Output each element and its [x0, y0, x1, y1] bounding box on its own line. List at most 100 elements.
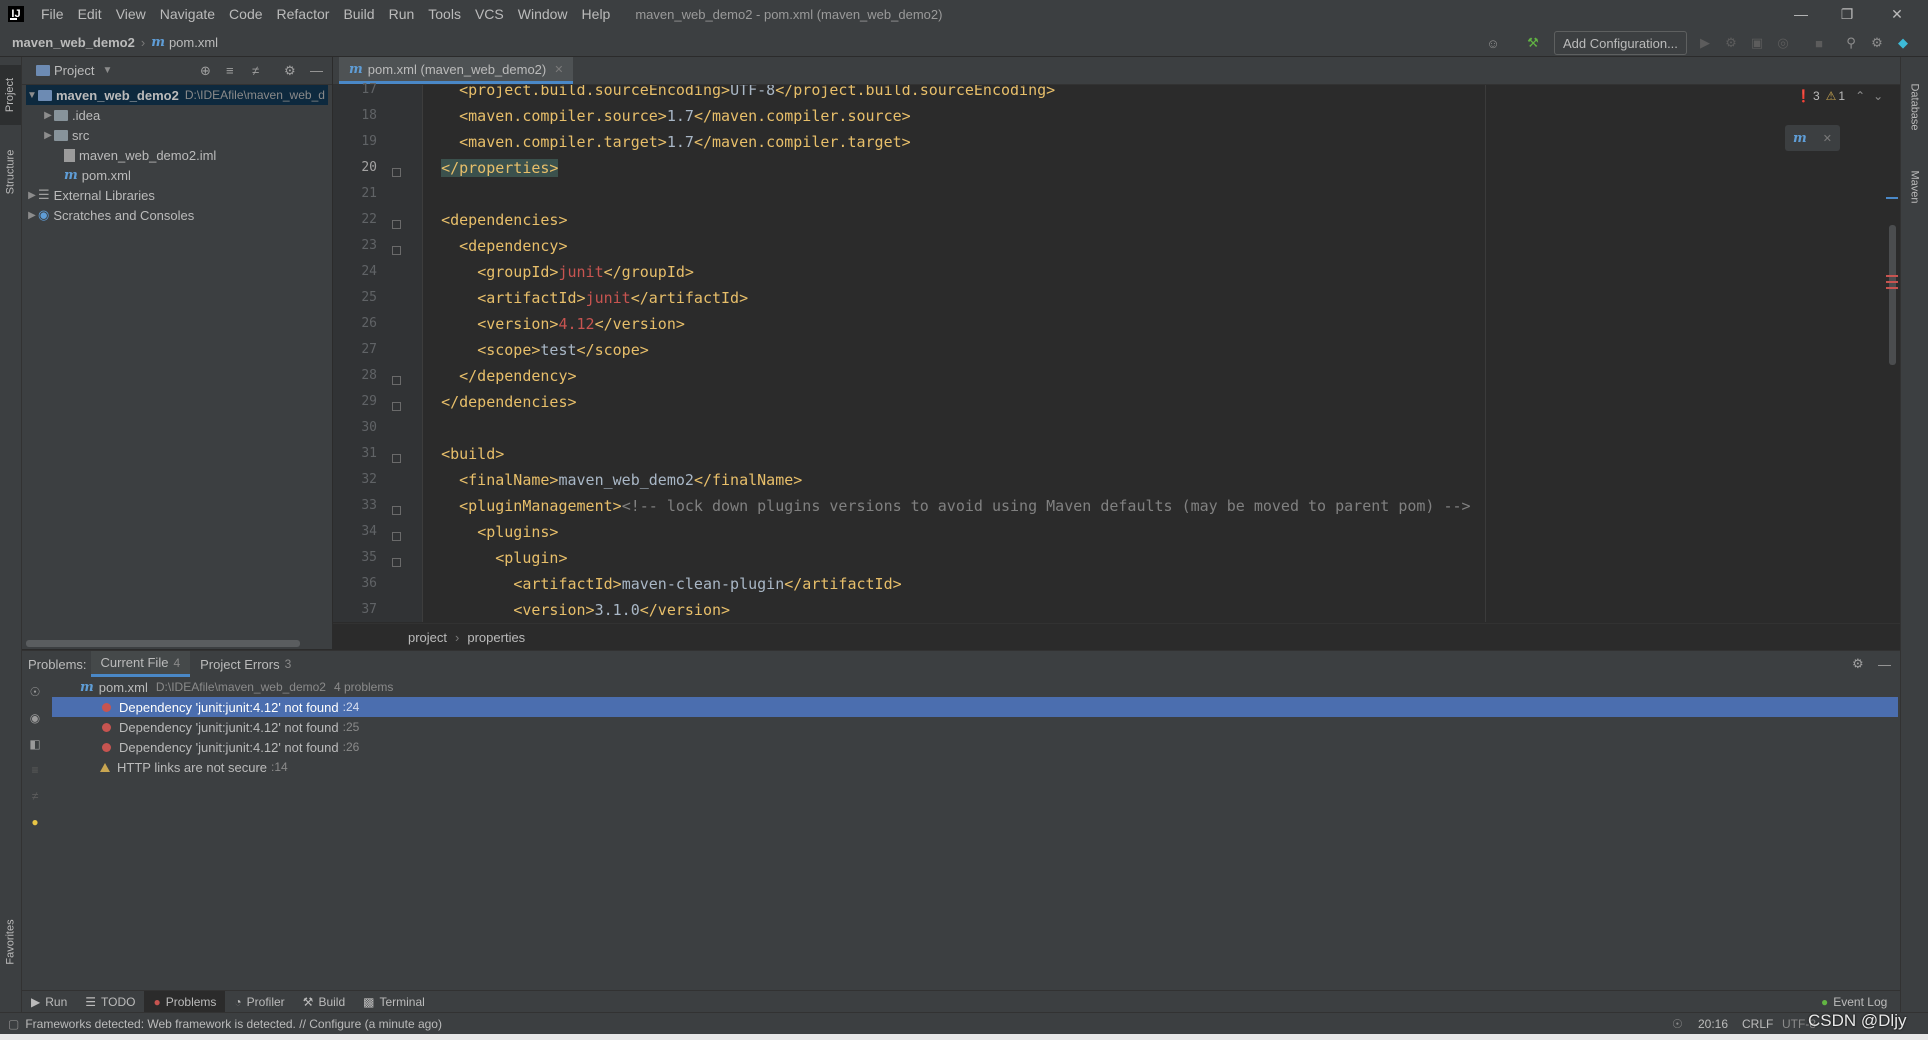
- problem-item[interactable]: Dependency 'junit:junit:4.12' not found …: [52, 737, 1898, 757]
- fold-marker-icon[interactable]: [392, 558, 401, 567]
- tab-structure[interactable]: Structure: [0, 137, 21, 207]
- menu-build[interactable]: Build: [336, 6, 381, 22]
- tool-problems[interactable]: ● Problems: [144, 991, 226, 1013]
- close-window-button[interactable]: ✕: [1874, 0, 1920, 28]
- fold-marker-icon[interactable]: [392, 168, 401, 177]
- status-window-icon[interactable]: ▢: [8, 1017, 19, 1031]
- nav-project[interactable]: maven_web_demo2: [12, 35, 135, 50]
- chevron-up-icon[interactable]: ⌃: [1855, 89, 1865, 103]
- menu-navigate[interactable]: Navigate: [153, 6, 222, 22]
- problem-item[interactable]: Dependency 'junit:junit:4.12' not found …: [52, 717, 1898, 737]
- problem-file-row[interactable]: m pom.xml D:\IDEAfile\maven_web_demo2 4 …: [52, 677, 1898, 697]
- expand-all-icon[interactable]: ≡: [226, 63, 234, 78]
- tree-item-src[interactable]: ▶ src: [42, 125, 89, 145]
- tab-current-file[interactable]: Current File 4: [90, 651, 191, 677]
- collapse-all-icon[interactable]: ≠: [252, 63, 259, 78]
- line-separator[interactable]: CRLF: [1742, 1017, 1773, 1031]
- maven-reload-icon[interactable]: m: [1793, 131, 1807, 146]
- fold-marker-icon[interactable]: [392, 376, 401, 385]
- breadcrumb-project[interactable]: project: [408, 630, 447, 645]
- build-hammer-icon[interactable]: ⚒: [1524, 34, 1542, 52]
- user-icon[interactable]: ☺: [1484, 34, 1502, 52]
- editor-scrollbar[interactable]: [1889, 225, 1896, 365]
- tree-item-iml[interactable]: maven_web_demo2.iml: [64, 145, 216, 165]
- auto-scroll-icon[interactable]: ☉: [28, 685, 42, 699]
- panel-settings-gear-icon[interactable]: ⚙: [284, 63, 296, 79]
- menu-window[interactable]: Window: [511, 6, 575, 22]
- tab-project-errors[interactable]: Project Errors 3: [190, 651, 301, 677]
- menu-help[interactable]: Help: [575, 6, 618, 22]
- restore-button[interactable]: ❐: [1824, 0, 1870, 28]
- tool-run[interactable]: ▶ Run: [22, 991, 76, 1013]
- fold-marker-icon[interactable]: [392, 454, 401, 463]
- project-panel-title[interactable]: Project: [54, 63, 94, 78]
- close-tab-icon[interactable]: ✕: [554, 63, 563, 76]
- problems-settings-gear-icon[interactable]: ⚙: [1852, 656, 1864, 672]
- menu-run[interactable]: Run: [382, 6, 422, 22]
- fold-marker-icon[interactable]: [392, 532, 401, 541]
- tab-database[interactable]: Database: [1901, 67, 1928, 147]
- chevron-right-icon[interactable]: ▶: [42, 130, 54, 141]
- tool-todo[interactable]: ☰ TODO: [76, 991, 144, 1013]
- inspection-widget[interactable]: ❗ 3 ⚠ 1 ⌃ ⌄: [1796, 89, 1883, 103]
- lightbulb-icon[interactable]: ●: [28, 815, 42, 829]
- nav-file[interactable]: pom.xml: [169, 35, 218, 50]
- tool-terminal[interactable]: ▩ Terminal: [354, 991, 434, 1013]
- chevron-right-icon[interactable]: ▶: [26, 210, 38, 221]
- menu-code[interactable]: Code: [222, 6, 269, 22]
- breadcrumb-properties[interactable]: properties: [467, 630, 525, 645]
- chevron-down-icon[interactable]: ▼: [26, 90, 38, 101]
- menu-file[interactable]: File: [34, 6, 71, 22]
- caret-position[interactable]: 20:16: [1698, 1017, 1728, 1031]
- coverage-icon[interactable]: ▣: [1748, 34, 1766, 52]
- fold-marker-icon[interactable]: [392, 402, 401, 411]
- tree-item-external-libraries[interactable]: ▶ ☰ External Libraries: [26, 185, 155, 205]
- tree-item-idea[interactable]: ▶ .idea: [42, 105, 100, 125]
- add-configuration-button[interactable]: Add Configuration...: [1554, 31, 1687, 55]
- editor-tab-pom[interactable]: m pom.xml (maven_web_demo2) ✕: [339, 57, 574, 84]
- chevron-down-icon[interactable]: ▼: [102, 65, 112, 76]
- tab-favorites[interactable]: Favorites: [0, 907, 21, 977]
- tab-project[interactable]: Project: [0, 65, 21, 125]
- tree-item-scratches[interactable]: ▶ ◉ Scratches and Consoles: [26, 205, 194, 225]
- horizontal-scrollbar[interactable]: [26, 640, 300, 647]
- menu-tools[interactable]: Tools: [421, 6, 468, 22]
- run-icon[interactable]: ▶: [1696, 34, 1714, 52]
- plugin-icon[interactable]: ◆: [1894, 34, 1912, 52]
- problem-item[interactable]: HTTP links are not secure :14: [52, 757, 1898, 777]
- tool-event-log[interactable]: ● Event Log: [1812, 991, 1896, 1013]
- settings-gear-icon[interactable]: ⚙: [1868, 34, 1886, 52]
- chevron-right-icon[interactable]: ▶: [42, 110, 54, 121]
- close-popup-icon[interactable]: ✕: [1823, 132, 1832, 145]
- menu-vcs[interactable]: VCS: [468, 6, 511, 22]
- search-icon[interactable]: ⚲: [1842, 34, 1860, 52]
- profile-icon[interactable]: ◎: [1774, 34, 1792, 52]
- preview-icon[interactable]: ◧: [28, 737, 42, 751]
- chevron-down-icon[interactable]: ⌄: [1873, 89, 1883, 103]
- hide-problems-icon[interactable]: —: [1878, 657, 1891, 672]
- minimize-button[interactable]: —: [1778, 0, 1824, 28]
- fold-marker-icon[interactable]: [392, 220, 401, 229]
- menu-edit[interactable]: Edit: [71, 6, 109, 22]
- tab-maven[interactable]: Maven: [1901, 157, 1928, 217]
- locate-icon[interactable]: ⊕: [200, 63, 211, 79]
- eye-icon[interactable]: ◉: [28, 711, 42, 725]
- tree-item-project-root[interactable]: ▼ maven_web_demo2 D:\IDEAfile\maven_web_…: [26, 85, 328, 105]
- code-editor[interactable]: <project.build.sourceEncoding>UTF-8</pro…: [423, 85, 1888, 622]
- chevron-right-icon[interactable]: ▶: [26, 190, 38, 201]
- collapse-icon[interactable]: ≠: [28, 789, 42, 803]
- problem-item[interactable]: Dependency 'junit:junit:4.12' not found …: [52, 697, 1898, 717]
- debug-icon[interactable]: ⚙: [1722, 34, 1740, 52]
- expand-icon[interactable]: ≡: [28, 763, 42, 777]
- maven-reload-popup[interactable]: m ✕: [1785, 125, 1840, 151]
- tree-item-pom[interactable]: m pom.xml: [64, 165, 131, 185]
- tool-build[interactable]: ⚒ Build: [294, 991, 354, 1013]
- status-message[interactable]: Frameworks detected: Web framework is de…: [25, 1017, 442, 1031]
- fold-marker-icon[interactable]: [392, 506, 401, 515]
- fold-marker-icon[interactable]: [392, 246, 401, 255]
- stop-icon[interactable]: ■: [1810, 34, 1828, 52]
- hide-panel-icon[interactable]: —: [310, 63, 323, 78]
- menu-view[interactable]: View: [109, 6, 153, 22]
- menu-refactor[interactable]: Refactor: [270, 6, 337, 22]
- tool-profiler[interactable]: ◔ Profiler: [225, 991, 293, 1013]
